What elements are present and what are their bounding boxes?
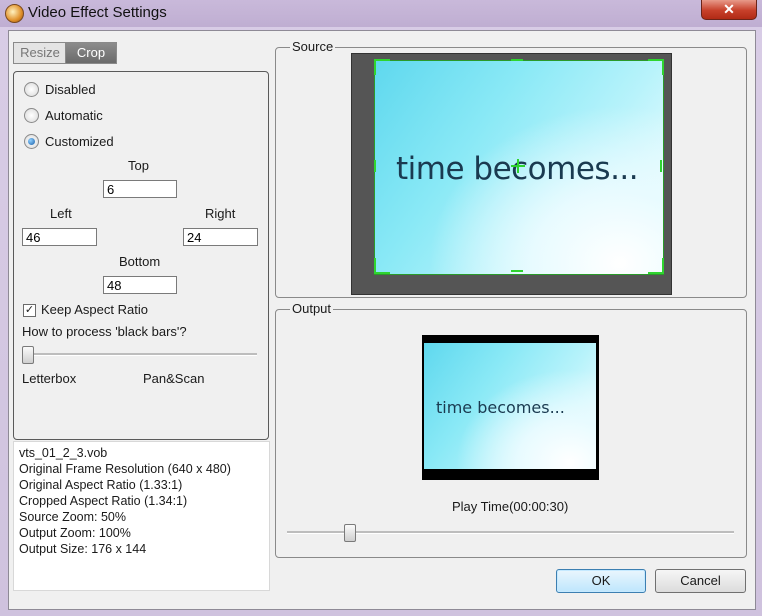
source-group: Source time becomes... bbox=[275, 39, 747, 298]
black-bars-slider-track[interactable] bbox=[22, 353, 257, 356]
panscan-label: Pan&Scan bbox=[143, 371, 205, 386]
radio-button[interactable] bbox=[24, 108, 39, 123]
source-crop-area[interactable]: time becomes... bbox=[374, 60, 664, 275]
black-bars-label: How to process 'black bars'? bbox=[22, 324, 187, 339]
crop-handle-top[interactable] bbox=[511, 59, 523, 61]
info-cropped-aspect: Cropped Aspect Ratio (1.34:1) bbox=[19, 494, 188, 508]
right-label: Right bbox=[205, 206, 236, 221]
output-frame-image: time becomes... bbox=[424, 343, 596, 469]
left-label: Left bbox=[50, 206, 72, 221]
video-effect-settings-window: Video Effect Settings ✕ Resize Crop Disa… bbox=[0, 0, 762, 616]
crop-handle-top-right[interactable] bbox=[648, 59, 664, 75]
radio-button[interactable] bbox=[24, 82, 39, 97]
top-label: Top bbox=[128, 158, 149, 173]
info-original-resolution: Original Frame Resolution (640 x 480) bbox=[19, 462, 231, 476]
info-filename: vts_01_2_3.vob bbox=[19, 446, 108, 460]
crop-left-input[interactable] bbox=[22, 228, 97, 246]
crop-handle-bottom-right[interactable] bbox=[648, 258, 664, 274]
cancel-button[interactable]: Cancel bbox=[655, 569, 746, 593]
black-bars-slider-thumb[interactable] bbox=[22, 346, 34, 364]
keep-aspect-label: Keep Aspect Ratio bbox=[41, 302, 148, 317]
crop-handle-right[interactable] bbox=[660, 160, 662, 172]
ok-button[interactable]: OK bbox=[556, 569, 646, 593]
crop-handle-left[interactable] bbox=[374, 160, 376, 172]
seek-slider-thumb[interactable] bbox=[343, 524, 356, 542]
radio-automatic-label: Automatic bbox=[45, 108, 103, 123]
output-legend: Output bbox=[290, 301, 334, 316]
crop-handle-bottom-left[interactable] bbox=[374, 258, 390, 274]
output-preview: time becomes... bbox=[422, 335, 599, 480]
play-time-label: Play Time(00:00:30) bbox=[452, 499, 569, 514]
crop-top-input[interactable] bbox=[103, 180, 177, 198]
info-source-zoom: Source Zoom: 50% bbox=[19, 510, 126, 524]
crop-handle-top-left[interactable] bbox=[374, 59, 390, 75]
info-output-size: Output Size: 176 x 144 bbox=[19, 542, 147, 556]
source-legend: Source bbox=[290, 39, 336, 54]
info-output-zoom: Output Zoom: 100% bbox=[19, 526, 131, 540]
crop-bottom-input[interactable] bbox=[103, 276, 177, 294]
window-title: Video Effect Settings bbox=[28, 4, 167, 21]
crop-center-crosshair-vertical bbox=[517, 159, 519, 173]
radio-disabled-label: Disabled bbox=[45, 82, 96, 97]
title-bar[interactable]: Video Effect Settings ✕ bbox=[0, 0, 762, 27]
close-button[interactable]: ✕ bbox=[701, 0, 757, 20]
radio-customized-label: Customized bbox=[45, 134, 114, 149]
tab-crop[interactable]: Crop bbox=[65, 42, 117, 64]
source-preview[interactable]: time becomes... bbox=[351, 53, 672, 295]
crop-settings-group: Disabled Automatic Customized Top Left R… bbox=[13, 71, 269, 440]
bottom-label: Bottom bbox=[119, 254, 161, 269]
crop-handle-bottom[interactable] bbox=[511, 270, 523, 272]
output-frame-text: time becomes... bbox=[436, 398, 565, 417]
keep-aspect-checkbox[interactable]: ✓ bbox=[23, 304, 36, 317]
letterbox-label: Letterbox bbox=[22, 371, 77, 386]
crop-right-input[interactable] bbox=[183, 228, 258, 246]
radio-button-selected[interactable] bbox=[24, 134, 39, 149]
info-original-aspect: Original Aspect Ratio (1.33:1) bbox=[19, 478, 183, 492]
output-group: Output time becomes... Play Time(00:00:3… bbox=[275, 301, 747, 558]
tab-resize[interactable]: Resize bbox=[13, 42, 67, 64]
app-icon bbox=[5, 4, 24, 23]
file-info-panel: vts_01_2_3.vob Original Frame Resolution… bbox=[13, 441, 270, 591]
